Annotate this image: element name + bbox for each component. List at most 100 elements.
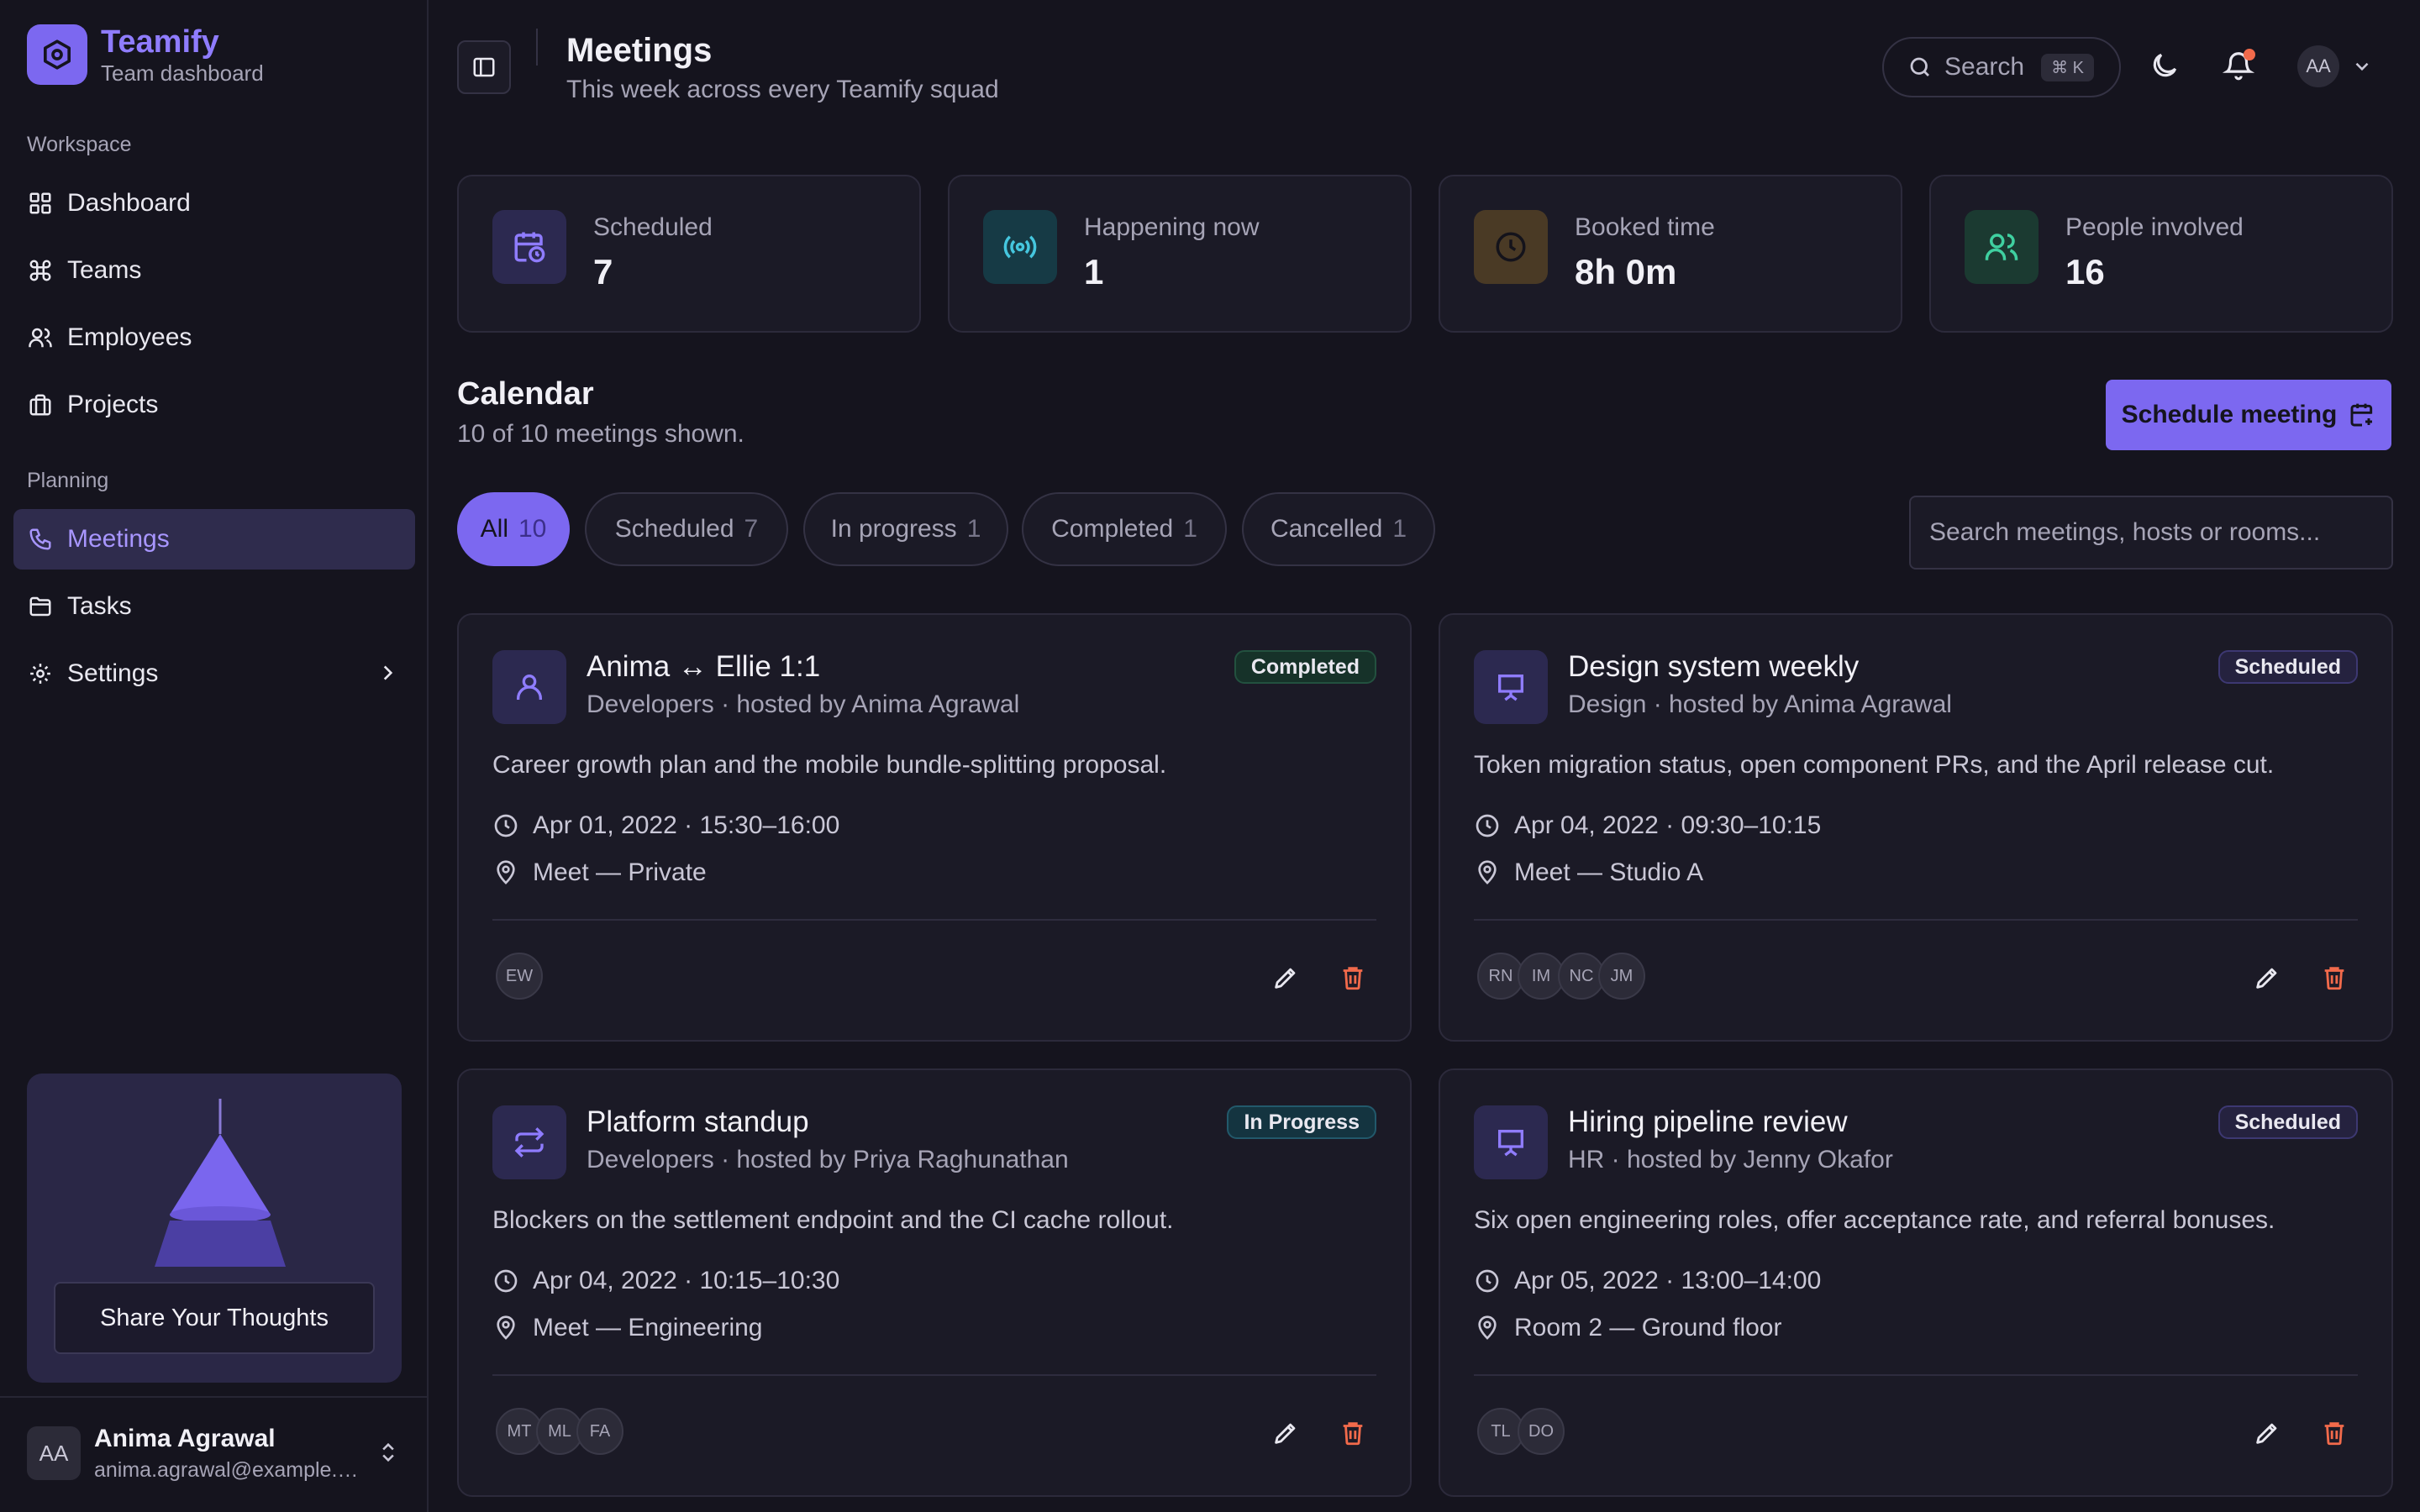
filter-chip-completed[interactable]: Completed 1: [1022, 492, 1227, 566]
map-pin-icon: [1474, 859, 1514, 886]
page-subtitle: This week across every Teamify squad: [566, 76, 999, 103]
meeting-location: Room 2 — Ground floor: [1514, 1314, 1782, 1341]
delete-button[interactable]: [2311, 1410, 2358, 1457]
filter-chip-scheduled[interactable]: Scheduled 7: [585, 492, 788, 566]
stat-label: Scheduled: [593, 213, 713, 241]
stat-value: 8h 0m: [1575, 252, 1677, 291]
schedule-meeting-button[interactable]: Schedule meeting: [2106, 380, 2391, 450]
chip-count: 7: [744, 515, 759, 543]
grid-icon: [27, 190, 54, 217]
chip-label: All: [480, 515, 508, 543]
filter-chip-cancelled[interactable]: Cancelled 1: [1242, 492, 1435, 566]
avatar[interactable]: AA: [2297, 45, 2339, 87]
sidebar-item-tasks[interactable]: Tasks: [13, 576, 415, 637]
meeting-search-input[interactable]: [1909, 496, 2393, 570]
command-icon: [27, 257, 54, 284]
theme-toggle-button[interactable]: [2141, 42, 2188, 89]
brand-subtitle: Team dashboard: [101, 60, 264, 86]
stat-happening-now: Happening now 1: [948, 175, 1412, 333]
status-badge: Scheduled: [2217, 650, 2358, 684]
trash-icon: [1339, 1419, 1367, 1447]
stat-value: 16: [2065, 252, 2105, 291]
meeting-card-0[interactable]: Anima ↔ Ellie 1:1 Developers · hosted by…: [457, 613, 1412, 1042]
avatar: AA: [27, 1426, 81, 1480]
users-icon: [27, 324, 54, 351]
meeting-description: Blockers on the settlement endpoint and …: [492, 1206, 1174, 1234]
card-divider: [1474, 1374, 2358, 1376]
briefcase-icon: [27, 391, 54, 418]
edit-button[interactable]: [2244, 1410, 2291, 1457]
calendar-clock-icon: [492, 210, 566, 284]
sidebar-item-employees[interactable]: Employees: [13, 307, 415, 368]
toggle-sidebar-button[interactable]: [457, 40, 511, 94]
attendee-avatar: DO: [1518, 1408, 1565, 1455]
meeting-location: Meet — Studio A: [1514, 858, 1704, 886]
clock-icon: [1474, 210, 1548, 284]
stat-value: 7: [593, 252, 613, 291]
search-button[interactable]: Search ⌘ K: [1882, 37, 2121, 97]
meeting-subtitle: Developers · hosted by Priya Raghunathan: [587, 1146, 1069, 1173]
status-badge: Scheduled: [2217, 1105, 2358, 1139]
stat-label: Happening now: [1084, 213, 1260, 241]
panel-left-icon: [471, 55, 497, 80]
meeting-card-1[interactable]: Design system weekly Design · hosted by …: [1439, 613, 2393, 1042]
meeting-time: Apr 04, 2022 · 10:15–10:30: [533, 1267, 840, 1294]
presentation-icon: [1474, 650, 1548, 724]
hexagon-logo-icon: [27, 24, 87, 85]
meeting-time-row: Apr 04, 2022 · 10:15–10:30: [492, 1267, 839, 1295]
share-thoughts-button[interactable]: Share Your Thoughts: [54, 1282, 375, 1354]
nav-section-planning: Planning: [27, 469, 109, 492]
phone-icon: [27, 526, 54, 553]
calendar-plus-icon: [2337, 402, 2375, 428]
brand[interactable]: Teamify Team dashboard: [27, 24, 264, 86]
delete-button[interactable]: [1329, 1410, 1376, 1457]
sidebar: Teamify Team dashboard Workspace Dashboa…: [0, 0, 429, 1512]
stat-value: 1: [1084, 252, 1104, 291]
meeting-subtitle: HR · hosted by Jenny Okafor: [1568, 1146, 1893, 1173]
chevron-right-icon: [376, 662, 398, 684]
sidebar-item-settings[interactable]: Settings: [13, 643, 415, 704]
filter-chip-all[interactable]: All 10: [457, 492, 570, 566]
sidebar-item-dashboard[interactable]: Dashboard: [13, 173, 415, 234]
delete-button[interactable]: [2311, 954, 2358, 1001]
trash-icon: [2320, 1419, 2349, 1447]
sidebar-item-label: Teams: [67, 256, 142, 284]
meeting-description: Six open engineering roles, offer accept…: [1474, 1206, 2275, 1234]
card-divider: [492, 1374, 1376, 1376]
user-email: anima.agrawal@example.com: [94, 1458, 363, 1482]
meeting-card-2[interactable]: Platform standup Developers · hosted by …: [457, 1068, 1412, 1497]
chevrons-up-down-icon[interactable]: [376, 1440, 400, 1465]
edit-button[interactable]: [1262, 954, 1309, 1001]
repeat-icon: [492, 1105, 566, 1179]
meeting-location-row: Meet — Engineering: [492, 1314, 763, 1342]
meeting-time: Apr 04, 2022 · 09:30–10:15: [1514, 811, 1822, 839]
delete-button[interactable]: [1329, 954, 1376, 1001]
meeting-card-3[interactable]: Hiring pipeline review HR · hosted by Je…: [1439, 1068, 2393, 1497]
meeting-subtitle: Design · hosted by Anima Agrawal: [1568, 690, 1952, 718]
button-label: Schedule meeting: [2121, 401, 2338, 428]
map-pin-icon: [492, 859, 533, 886]
map-pin-icon: [1474, 1315, 1514, 1341]
meeting-location-row: Meet — Studio A: [1474, 858, 1703, 887]
meeting-location-row: Meet — Private: [492, 858, 707, 887]
meeting-time: Apr 05, 2022 · 13:00–14:00: [1514, 1267, 1822, 1294]
chevron-down-icon[interactable]: [2351, 55, 2373, 77]
notifications-button[interactable]: [2215, 42, 2262, 89]
meeting-title: Platform standup: [587, 1105, 809, 1138]
sidebar-item-label: Tasks: [67, 592, 132, 620]
stat-people-involved: People involved 16: [1929, 175, 2393, 333]
filter-chip-in-progress[interactable]: In progress 1: [803, 492, 1008, 566]
user-card[interactable]: AA Anima Agrawal anima.agrawal@example.c…: [0, 1396, 429, 1512]
stat-label: People involved: [2065, 213, 2244, 241]
stat-label: Booked time: [1575, 213, 1715, 241]
sidebar-item-teams[interactable]: Teams: [13, 240, 415, 301]
edit-button[interactable]: [1262, 1410, 1309, 1457]
sidebar-item-meetings[interactable]: Meetings: [13, 509, 415, 570]
user-name: Anima Agrawal: [94, 1425, 276, 1452]
meeting-description: Career growth plan and the mobile bundle…: [492, 751, 1167, 779]
sidebar-item-label: Settings: [67, 659, 159, 687]
sidebar-item-projects[interactable]: Projects: [13, 375, 415, 435]
attendee-avatar: FA: [576, 1408, 623, 1455]
edit-button[interactable]: [2244, 954, 2291, 1001]
clock-icon: [1474, 1268, 1514, 1294]
